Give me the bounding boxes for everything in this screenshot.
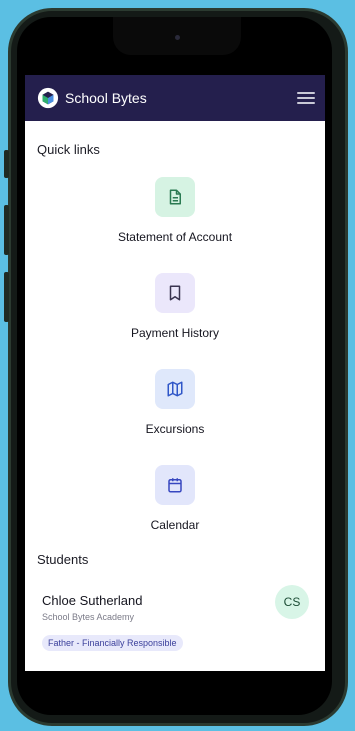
quick-link-label: Excursions: [145, 422, 205, 436]
app-view: School Bytes Quick links Statement of Ac…: [25, 75, 325, 671]
student-card[interactable]: Chloe Sutherland School Bytes Academy CS…: [25, 585, 325, 651]
students-title: Students: [37, 552, 89, 567]
role-badge: Father - Financially Responsible: [42, 635, 183, 651]
statement-icon-tile: [155, 177, 195, 217]
quick-link-statement-of-account[interactable]: Statement of Account: [25, 177, 325, 244]
payment-history-icon-tile: [155, 273, 195, 313]
calendar-icon-tile: [155, 465, 195, 505]
brand-name: School Bytes: [65, 90, 147, 106]
quick-link-payment-history[interactable]: Payment History: [25, 273, 325, 340]
camera-dot: [175, 35, 180, 40]
quick-links-title: Quick links: [37, 142, 100, 157]
document-icon: [169, 189, 181, 205]
hamburger-menu-icon[interactable]: [297, 91, 315, 105]
calendar-icon: [168, 478, 182, 493]
phone-side-button: [4, 150, 9, 178]
brand[interactable]: School Bytes: [37, 87, 147, 109]
app-header: School Bytes: [25, 75, 325, 121]
phone-volume-up: [4, 205, 9, 255]
school-bytes-logo-icon: [37, 87, 59, 109]
student-school: School Bytes Academy: [42, 612, 135, 622]
quick-link-label: Calendar: [150, 518, 200, 532]
map-icon: [167, 381, 183, 397]
quick-link-label: Statement of Account: [117, 230, 233, 244]
bookmark-icon: [169, 285, 181, 301]
avatar: CS: [275, 585, 309, 619]
student-name: Chloe Sutherland: [42, 593, 143, 608]
quick-link-calendar[interactable]: Calendar: [25, 465, 325, 532]
phone-screen: School Bytes Quick links Statement of Ac…: [17, 17, 332, 715]
quick-link-label: Payment History: [130, 326, 220, 340]
phone-notch: [113, 17, 241, 55]
quick-link-excursions[interactable]: Excursions: [25, 369, 325, 436]
excursions-icon-tile: [155, 369, 195, 409]
phone-volume-down: [4, 272, 9, 322]
